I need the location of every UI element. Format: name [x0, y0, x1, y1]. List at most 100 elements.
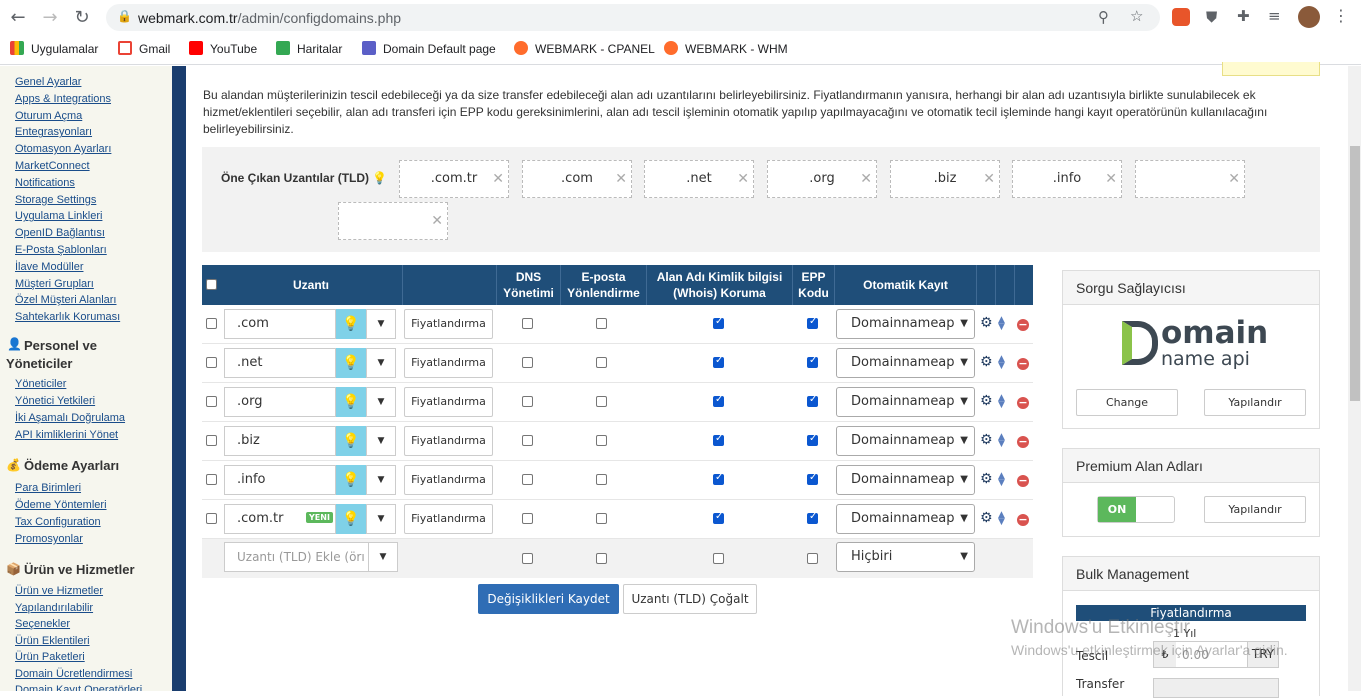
dns-checkbox[interactable]	[522, 357, 533, 368]
epp-checkbox[interactable]	[807, 394, 818, 407]
epp-checkbox[interactable]	[807, 472, 818, 485]
sidebar-link[interactable]: Ürün Eklentileri	[15, 635, 90, 647]
remove-icon[interactable]: ✕	[983, 161, 995, 197]
sidebar-link[interactable]: Notifications	[15, 177, 75, 189]
gear-icon[interactable]: ⚙	[980, 393, 993, 409]
delete-icon[interactable]: −	[1017, 475, 1029, 487]
registrar-select[interactable]: Domainnameap ▼	[836, 426, 975, 456]
remove-icon[interactable]: ✕	[1105, 161, 1117, 197]
pricing-button[interactable]: Fiyatlandırma	[404, 465, 493, 495]
sidebar-link[interactable]: Domain Ücretlendirmesi	[15, 668, 132, 680]
pricing-button[interactable]: Fiyatlandırma	[404, 387, 493, 417]
featured-tld-box[interactable]: .info ✕	[1012, 160, 1122, 198]
delete-icon[interactable]: −	[1017, 436, 1029, 448]
remove-icon[interactable]: ✕	[431, 203, 443, 239]
featured-tld-box[interactable]: ✕	[1135, 160, 1245, 198]
tld-dropdown[interactable]: ▼	[366, 348, 396, 378]
pricing-button[interactable]: Fiyatlandırma	[404, 348, 493, 378]
sidebar-link[interactable]: OpenID Bağlantısı	[15, 227, 105, 239]
sidebar-link[interactable]: E-Posta Şablonları	[15, 244, 107, 256]
registrar-select[interactable]: Domainnameap ▼	[836, 387, 975, 417]
playlist-icon[interactable]: ≡	[1268, 7, 1281, 25]
sidebar-link[interactable]: Para Birimleri	[15, 482, 81, 494]
sidebar-link[interactable]: Tax Configuration	[15, 516, 101, 528]
bookmark-maps[interactable]: Haritalar	[276, 41, 342, 56]
new-tld-input[interactable]: Uzantı (TLD) Ekle (örı	[224, 542, 369, 572]
kebab-menu-icon[interactable]: ⋮	[1333, 6, 1349, 25]
bookmark-apps[interactable]: Uygulamalar	[10, 41, 98, 56]
whois-checkbox[interactable]	[713, 433, 724, 446]
sidebar-link[interactable]: Ürün Paketleri	[15, 651, 85, 663]
gear-icon[interactable]: ⚙	[980, 432, 993, 448]
forward-icon[interactable]: →	[38, 6, 62, 30]
new-email-checkbox[interactable]	[596, 553, 607, 564]
dns-checkbox[interactable]	[522, 318, 533, 329]
email-checkbox[interactable]	[596, 318, 607, 329]
email-checkbox[interactable]	[596, 396, 607, 407]
pricing-button[interactable]: Fiyatlandırma	[404, 504, 493, 534]
reorder-icon[interactable]: ▲ ▼	[998, 433, 1005, 449]
sidebar-link[interactable]: Storage Settings	[15, 194, 96, 206]
change-provider-button[interactable]: Change	[1076, 389, 1178, 416]
tld-dropdown[interactable]: ▼	[366, 426, 396, 456]
sidebar-link[interactable]: Otomasyon Ayarları	[15, 143, 111, 155]
whois-checkbox[interactable]	[713, 394, 724, 407]
configure-provider-button[interactable]: Yapılandır	[1204, 389, 1306, 416]
sidebar-link[interactable]: Ürün ve Hizmetler	[15, 585, 103, 597]
epp-checkbox[interactable]	[807, 316, 818, 329]
sidebar-link[interactable]: API kimliklerini Yönet	[15, 429, 118, 441]
epp-checkbox[interactable]	[807, 355, 818, 368]
configure-premium-button[interactable]: Yapılandır	[1204, 496, 1306, 523]
gear-icon[interactable]: ⚙	[980, 471, 993, 487]
delete-icon[interactable]: −	[1017, 514, 1029, 526]
remove-icon[interactable]: ✕	[860, 161, 872, 197]
tld-dropdown[interactable]: ▼	[366, 387, 396, 417]
sidebar-link[interactable]: MarketConnect	[15, 160, 90, 172]
back-icon[interactable]: ←	[6, 6, 30, 30]
registrar-select[interactable]: Domainnameap ▼	[836, 465, 975, 495]
email-checkbox[interactable]	[596, 357, 607, 368]
pricing-button[interactable]: Fiyatlandırma	[404, 426, 493, 456]
lightbulb-icon[interactable]: 💡	[336, 309, 366, 339]
avatar[interactable]	[1298, 6, 1320, 28]
sidebar-link[interactable]: Sahtekarlık Koruması	[15, 311, 120, 323]
new-registrar-select[interactable]: Hiçbiri ▼	[836, 542, 975, 572]
reorder-icon[interactable]: ▲ ▼	[998, 355, 1005, 371]
bookmark-gmail[interactable]: Gmail	[118, 41, 170, 56]
tld-input[interactable]: .biz	[224, 426, 336, 456]
bookmark-domain-default[interactable]: Domain Default page	[362, 41, 496, 56]
remove-icon[interactable]: ✕	[492, 161, 504, 197]
new-tld-dropdown[interactable]: ▼	[368, 542, 398, 572]
select-all-checkbox[interactable]	[206, 279, 217, 290]
featured-tld-box[interactable]: .org ✕	[767, 160, 877, 198]
gear-icon[interactable]: ⚙	[980, 510, 993, 526]
lightbulb-icon[interactable]: 💡	[336, 465, 366, 495]
sidebar-link[interactable]: Domain Kayıt Operatörleri	[15, 684, 142, 691]
sidebar-link[interactable]: Yapılandırılabilir	[15, 602, 93, 614]
lightbulb-icon[interactable]: 💡	[336, 348, 366, 378]
bookmark-youtube[interactable]: YouTube	[189, 41, 257, 56]
premium-toggle[interactable]: ON	[1097, 496, 1175, 523]
lightbulb-icon[interactable]: 💡	[336, 426, 366, 456]
reorder-icon[interactable]: ▲ ▼	[998, 472, 1005, 488]
delete-icon[interactable]: −	[1017, 397, 1029, 409]
sidebar-link[interactable]: Seçenekler	[15, 618, 70, 630]
sidebar-link[interactable]: Entegrasyonları	[15, 126, 92, 138]
remove-icon[interactable]: ✕	[737, 161, 749, 197]
extension-icon[interactable]	[1172, 8, 1190, 26]
whois-checkbox[interactable]	[713, 316, 724, 329]
reorder-icon[interactable]: ▲ ▼	[998, 511, 1005, 527]
dns-checkbox[interactable]	[522, 513, 533, 524]
email-checkbox[interactable]	[596, 435, 607, 446]
pricing-button[interactable]: Fiyatlandırma	[404, 309, 493, 339]
featured-tld-box[interactable]: .com ✕	[522, 160, 632, 198]
row-select-checkbox[interactable]	[206, 396, 217, 407]
zoom-icon[interactable]: ⚲	[1098, 8, 1109, 26]
sidebar-link[interactable]: Müşteri Grupları	[15, 278, 94, 290]
tld-dropdown[interactable]: ▼	[366, 309, 396, 339]
epp-checkbox[interactable]	[807, 433, 818, 446]
gear-icon[interactable]: ⚙	[980, 315, 993, 331]
duplicate-tld-button[interactable]: Uzantı (TLD) Çoğalt	[623, 584, 757, 614]
row-select-checkbox[interactable]	[206, 357, 217, 368]
row-select-checkbox[interactable]	[206, 318, 217, 329]
